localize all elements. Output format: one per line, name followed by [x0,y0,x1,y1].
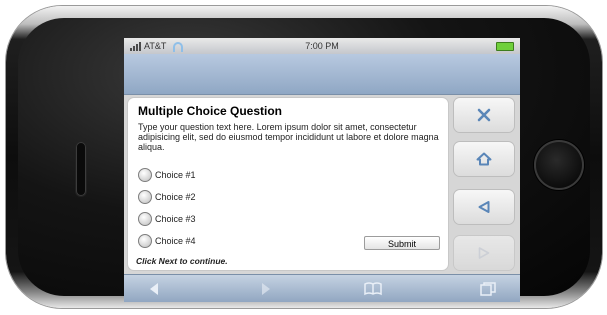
forward-arrow-icon[interactable] [260,282,272,296]
choice-label: Choice #1 [155,170,196,180]
speaker-grille [76,142,86,196]
question-title: Multiple Choice Question [138,104,283,118]
status-bar: AT&T 7:00 PM [124,38,520,54]
choice-label: Choice #4 [155,236,196,246]
next-button[interactable] [454,236,514,270]
back-arrow-icon[interactable] [148,282,160,296]
home-button[interactable] [454,142,514,176]
home-icon [476,152,492,166]
radio-icon[interactable] [138,212,152,226]
choice-label: Choice #2 [155,192,196,202]
close-icon [477,108,491,122]
question-card: Multiple Choice Question Type your quest… [128,98,448,270]
choice-label: Choice #3 [155,214,196,224]
choice-option-3[interactable]: Choice #3 [138,212,196,226]
next-icon [478,247,490,259]
question-text: Type your question text here. Lorem ipsu… [138,122,439,152]
choice-option-4[interactable]: Choice #4 [138,234,196,248]
phone-screen: AT&T 7:00 PM Multiple Choice Question Ty… [124,38,520,302]
close-button[interactable] [454,98,514,132]
back-icon [478,201,490,213]
choice-option-2[interactable]: Choice #2 [138,190,196,204]
title-bar [124,54,520,95]
choice-option-1[interactable]: Choice #1 [138,168,196,182]
battery-icon [496,42,514,51]
pages-icon[interactable] [480,282,496,296]
radio-icon[interactable] [138,190,152,204]
radio-icon[interactable] [138,168,152,182]
radio-icon[interactable] [138,234,152,248]
browser-toolbar [124,274,520,302]
home-hardware-button[interactable] [534,140,584,190]
back-button[interactable] [454,190,514,224]
submit-button[interactable]: Submit [364,236,440,250]
bookmarks-icon[interactable] [364,282,382,296]
continue-hint: Click Next to continue. [136,256,228,266]
clock: 7:00 PM [305,41,339,51]
phone-device: AT&T 7:00 PM Multiple Choice Question Ty… [6,6,602,308]
